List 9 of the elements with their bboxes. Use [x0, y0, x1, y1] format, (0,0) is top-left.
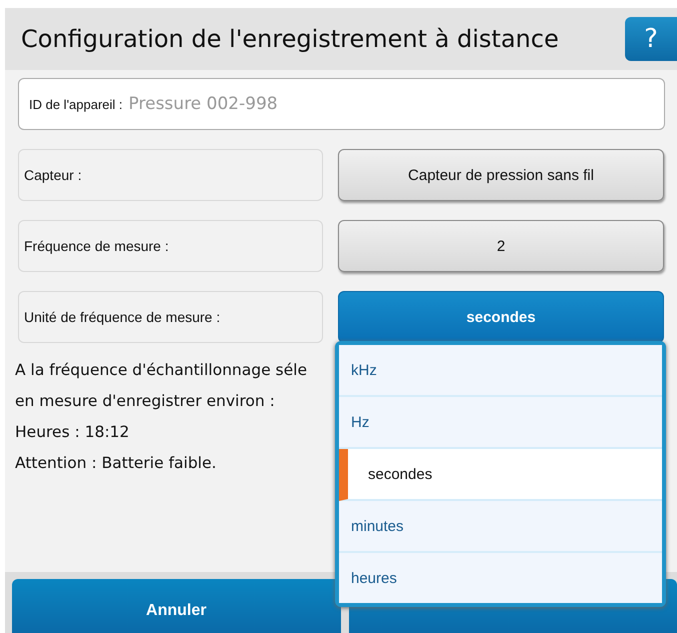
window-title: Configuration de l'enregistrement à distance — [21, 25, 559, 53]
setting-label: Capteur : — [18, 149, 323, 201]
info-text: en mesure d'enregistrer environ : — [15, 391, 275, 412]
info-text: Attention : Batterie faible. — [15, 453, 216, 474]
setting-label: Fréquence de mesure : — [18, 220, 323, 272]
info-text: A la fréquence d'échantillonnage séle — [15, 360, 307, 381]
info-text: Heures : 18:12 — [15, 422, 130, 443]
setting-label: Unité de fréquence de mesure : — [18, 291, 323, 343]
field-label: ID de l'appareil : — [29, 96, 123, 112]
